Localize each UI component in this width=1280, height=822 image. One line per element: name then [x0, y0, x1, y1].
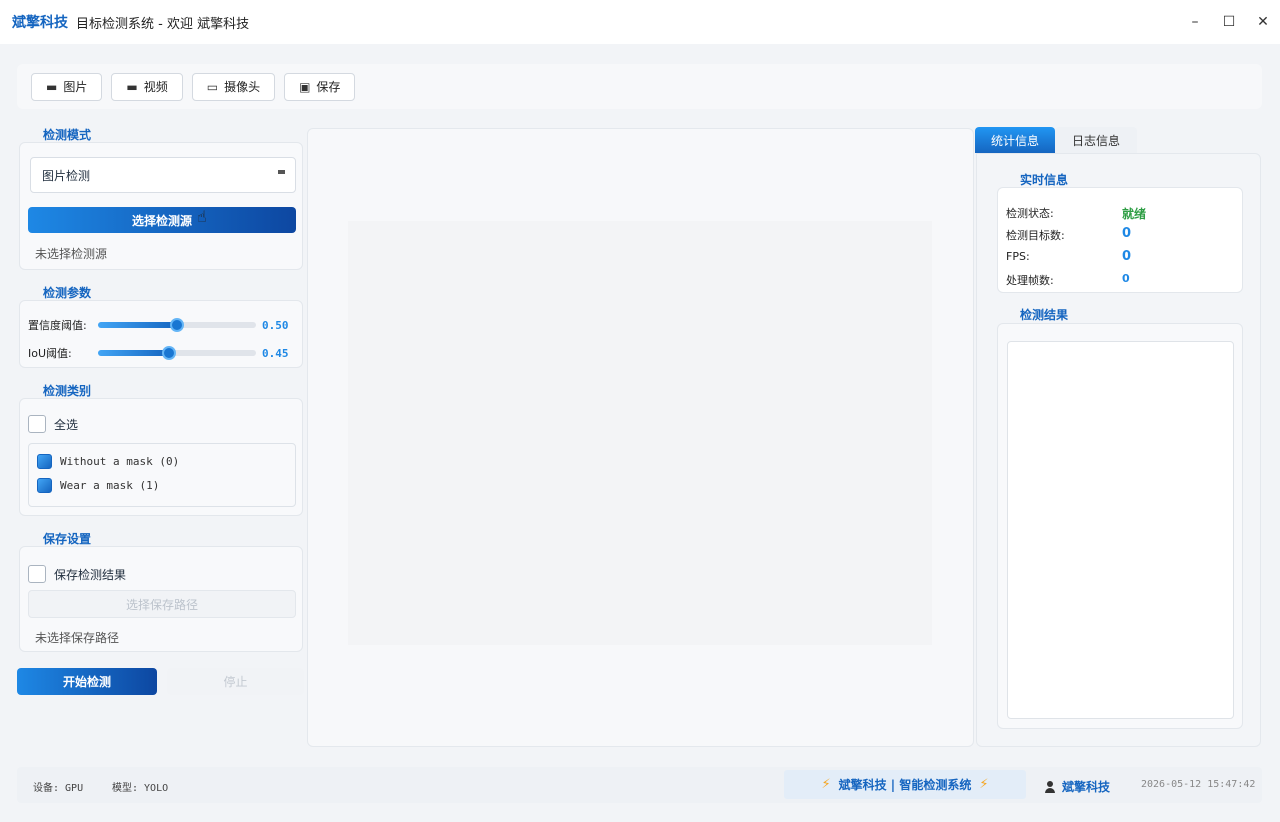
detect-mode-select[interactable]: 图片检测: [30, 157, 296, 193]
window-title: 目标检测系统 - 欢迎 斌擎科技: [76, 16, 250, 32]
iou-slider[interactable]: [98, 346, 256, 360]
save-icon: ▣: [299, 79, 311, 94]
maximize-button[interactable]: ☐: [1212, 0, 1246, 44]
model-info: 模型: YOLO: [112, 783, 169, 794]
select-all-label: 全选: [54, 417, 79, 432]
tab-log[interactable]: 日志信息: [1055, 127, 1137, 153]
save-results-label: 保存检测结果: [54, 567, 127, 582]
camera-button[interactable]: ▭ 摄像头: [191, 72, 276, 101]
frame-count-label: 处理帧数:: [1006, 274, 1054, 287]
close-button[interactable]: ✕: [1246, 0, 1280, 44]
dropdown-icon: [278, 170, 285, 174]
class-label: Without a mask (0): [60, 455, 180, 468]
realtime-card: 检测状态: 就绪 检测目标数: 0 FPS: 0 处理帧数: 0: [997, 187, 1243, 293]
lightning-icon: ⚡: [979, 777, 989, 792]
stop-button[interactable]: 停止: [167, 668, 304, 695]
toolbar: ▬ 图片 ▬ 视频 ▭ 摄像头 ▣ 保存: [17, 64, 1262, 109]
confidence-slider-fill: [98, 322, 177, 328]
iou-slider-handle[interactable]: [162, 346, 177, 360]
left-panel: 检测模式 图片检测 选择检测源 未选择检测源 检测参数 置信度阈值: 0.50 …: [17, 122, 304, 702]
select-source-button[interactable]: 选择检测源: [28, 207, 296, 233]
source-status: 未选择检测源: [35, 247, 108, 261]
detect-params-card: 置信度阈值: 0.50 IoU阈值: 0.45: [19, 300, 303, 368]
confidence-slider[interactable]: [98, 318, 256, 332]
device-info: 设备: GPU: [33, 783, 84, 794]
save-button-label: 保存: [316, 80, 341, 94]
target-count-value: 0: [1122, 226, 1132, 241]
select-all-checkbox[interactable]: [28, 415, 46, 433]
system-banner: ⚡ 斌擎科技 | 智能检测系统 ⚡: [784, 770, 1026, 799]
confidence-row: 置信度阈值: 0.50: [28, 317, 289, 333]
detect-mode-title: 检测模式: [43, 128, 92, 142]
class-checkbox[interactable]: [37, 454, 52, 469]
target-count-row: 检测目标数:: [1006, 227, 1065, 243]
detect-classes-card: 全选 Without a mask (0) Wear a mask (1): [19, 398, 303, 516]
tab-stats[interactable]: 统计信息: [975, 127, 1055, 153]
confidence-value: 0.50: [262, 318, 289, 332]
save-settings-title: 保存设置: [43, 532, 92, 546]
results-title: 检测结果: [1020, 308, 1069, 322]
minimize-button[interactable]: –: [1178, 0, 1212, 44]
detect-mode-selected: 图片检测: [42, 168, 91, 183]
user-icon: [1044, 780, 1056, 793]
iou-label: IoU阈值:: [28, 347, 72, 360]
class-item[interactable]: Wear a mask (1): [37, 478, 159, 493]
path-status: 未选择保存路径: [35, 631, 120, 645]
image-display-area: [348, 221, 932, 645]
camera-button-label: 摄像头: [224, 80, 261, 94]
status-bar: 设备: GPU 模型: YOLO ⚡ 斌擎科技 | 智能检测系统 ⚡ 斌擎科技 …: [17, 767, 1262, 803]
app-brand: 斌擎科技: [12, 15, 68, 31]
user-name: 斌擎科技: [1062, 780, 1111, 794]
stats-panel: 实时信息 检测状态: 就绪 检测目标数: 0 FPS: 0 处理帧数: 0 检测…: [976, 153, 1261, 747]
start-detection-button[interactable]: 开始检测: [17, 668, 157, 695]
fps-value: 0: [1122, 249, 1132, 264]
image-button-label: 图片: [63, 80, 88, 94]
user-info: 斌擎科技: [1044, 778, 1110, 795]
fps-label: FPS:: [1006, 250, 1030, 263]
status-row: 检测状态:: [1006, 205, 1054, 221]
choose-path-button[interactable]: 选择保存路径: [28, 590, 296, 618]
save-settings-card: 保存检测结果 选择保存路径 未选择保存路径: [19, 546, 303, 652]
save-results-checkbox[interactable]: [28, 565, 46, 583]
confidence-label: 置信度阈值:: [28, 319, 87, 332]
class-list: Without a mask (0) Wear a mask (1): [28, 443, 296, 507]
save-button[interactable]: ▣ 保存: [284, 72, 356, 101]
video-button[interactable]: ▬ 视频: [111, 72, 183, 101]
iou-slider-fill: [98, 350, 170, 356]
video-icon: ▬: [126, 79, 138, 94]
datetime: 2026-05-12 15:47:42: [1141, 779, 1256, 790]
detect-params-title: 检测参数: [43, 286, 92, 300]
class-label: Wear a mask (1): [60, 479, 160, 492]
camera-icon: ▭: [206, 79, 219, 94]
class-item[interactable]: Without a mask (0): [37, 454, 179, 469]
image-icon: ▬: [46, 79, 58, 94]
right-tabs: 统计信息 日志信息: [975, 127, 1137, 153]
image-button[interactable]: ▬ 图片: [31, 72, 103, 101]
fps-row: FPS:: [1006, 250, 1030, 263]
window-controls: – ☐ ✕: [1178, 0, 1280, 44]
frame-count-value: 0: [1122, 272, 1130, 285]
status-value: 就绪: [1122, 207, 1147, 221]
display-panel: [307, 128, 974, 747]
pointer-cursor-icon: ☝: [197, 207, 207, 226]
class-checkbox[interactable]: [37, 478, 52, 493]
iou-row: IoU阈值: 0.45: [28, 345, 289, 361]
frame-count-row: 处理帧数:: [1006, 272, 1054, 288]
iou-value: 0.45: [262, 346, 289, 360]
video-button-label: 视频: [143, 80, 168, 94]
status-label: 检测状态:: [1006, 207, 1054, 220]
detect-classes-title: 检测类别: [43, 384, 92, 398]
save-results-row[interactable]: 保存检测结果: [28, 565, 126, 583]
results-list[interactable]: [1007, 341, 1234, 719]
detect-mode-card: 图片检测 选择检测源 未选择检测源: [19, 142, 303, 270]
realtime-title: 实时信息: [1020, 173, 1069, 187]
target-count-label: 检测目标数:: [1006, 229, 1065, 242]
system-banner-text: 斌擎科技 | 智能检测系统: [838, 778, 972, 792]
lightning-icon: ⚡: [821, 777, 831, 792]
results-card: [997, 323, 1243, 729]
select-all-row[interactable]: 全选: [28, 415, 78, 433]
title-bar: 斌擎科技 目标检测系统 - 欢迎 斌擎科技 – ☐ ✕: [0, 0, 1280, 44]
confidence-slider-handle[interactable]: [170, 318, 184, 332]
